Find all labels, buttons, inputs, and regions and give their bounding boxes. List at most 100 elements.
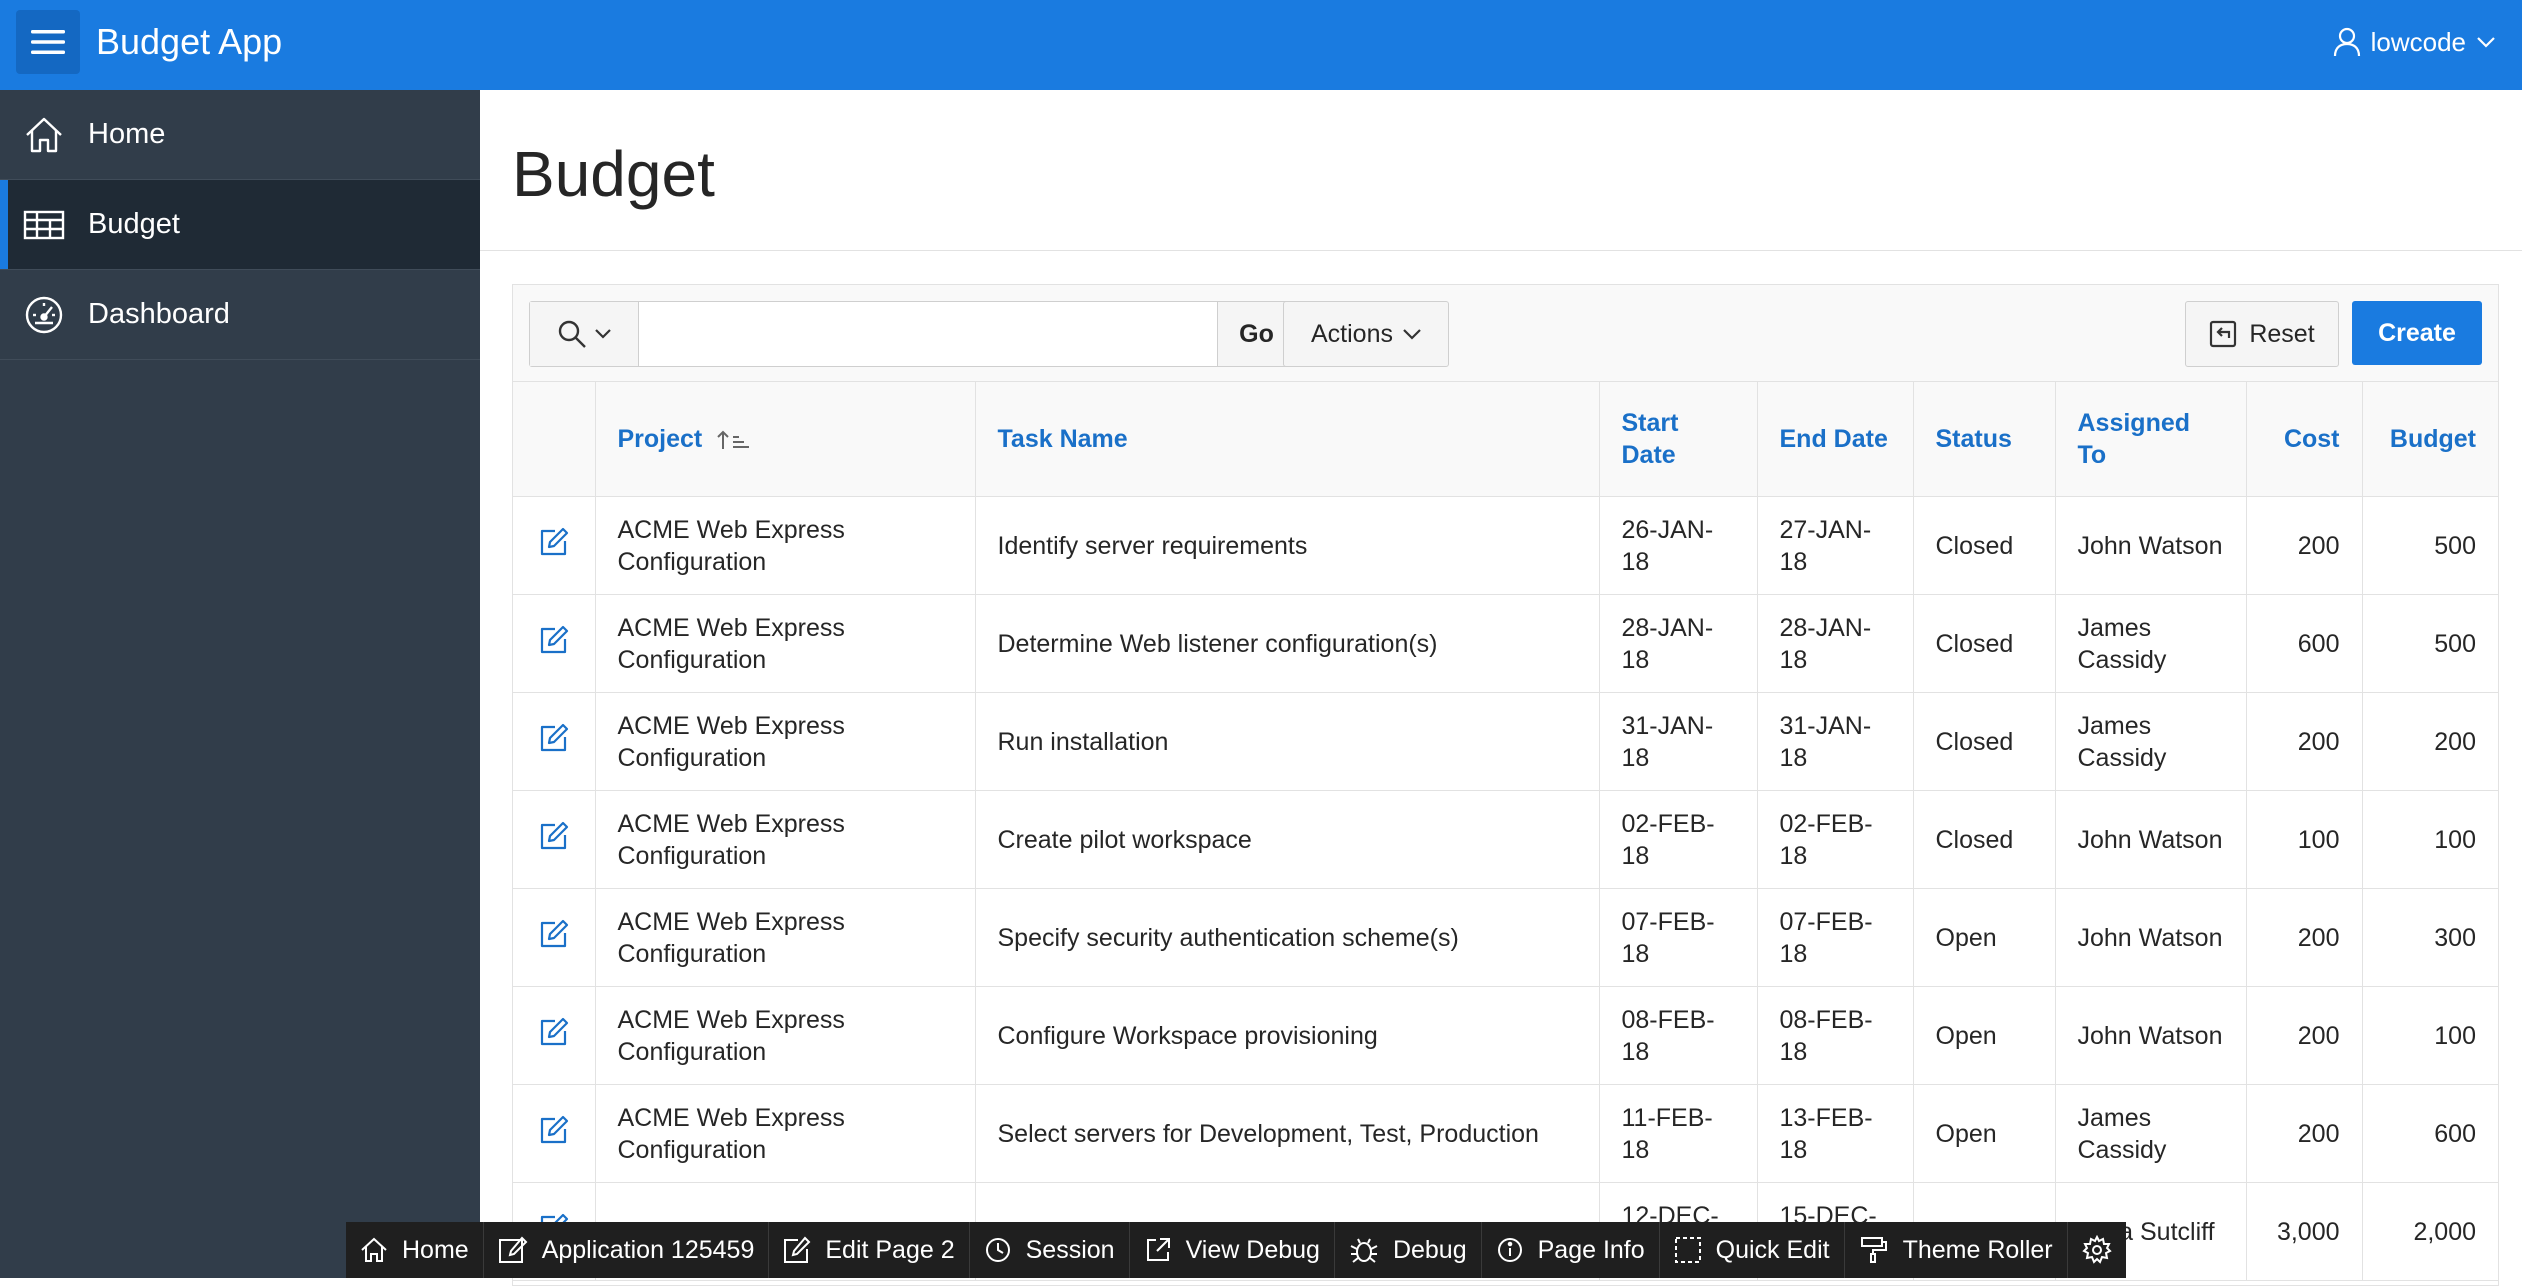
cell-task-name: Configure Workspace provisioning xyxy=(975,986,1600,1085)
table-row: ACME Web Express Configuration Identify s… xyxy=(513,496,2498,595)
cell-start-date: 08-FEB-18 xyxy=(1599,986,1758,1085)
cell-status: Closed xyxy=(1913,790,2056,889)
dev-toolbar-edit-page-2[interactable]: Edit Page 2 xyxy=(769,1222,970,1278)
dev-toolbar-quick-edit[interactable]: Quick Edit xyxy=(1660,1222,1845,1278)
cell-end-date: 13-FEB-18 xyxy=(1757,1084,1914,1183)
edit-icon[interactable] xyxy=(539,723,569,753)
cell-cost: 3,000 xyxy=(2246,1182,2363,1281)
user-menu[interactable]: lowcode xyxy=(2333,22,2496,62)
edit-icon[interactable] xyxy=(539,1017,569,1047)
table-row: ACME Web Express Configuration Determine … xyxy=(513,594,2498,693)
edit-icon[interactable] xyxy=(539,821,569,851)
cell-project: ACME Web Express Configuration xyxy=(595,888,976,987)
developer-toolbar: Home Application 125459 Edit Page 2 Session… xyxy=(346,1222,2126,1278)
cell-assigned-to: John Watson xyxy=(2055,986,2247,1085)
gear-icon xyxy=(2081,1235,2112,1265)
dev-toolbar-page-info[interactable]: Page Info xyxy=(1482,1222,1660,1278)
cell-end-date: 27-JAN-18 xyxy=(1757,496,1914,595)
dev-toolbar-theme-roller[interactable]: Theme Roller xyxy=(1845,1222,2068,1278)
cell-cost: 100 xyxy=(2246,790,2363,889)
edit-icon[interactable] xyxy=(539,527,569,557)
column-header-cost[interactable]: Cost xyxy=(2246,382,2363,497)
column-header-assigned-to[interactable]: Assigned To xyxy=(2055,382,2247,497)
reset-button[interactable]: Reset xyxy=(2185,301,2339,367)
user-name: lowcode xyxy=(2370,26,2466,57)
edit-icon[interactable] xyxy=(539,919,569,949)
dev-toolbar-session[interactable]: Session xyxy=(970,1222,1130,1278)
cell-edit xyxy=(513,888,596,987)
cell-status: Closed xyxy=(1913,496,2056,595)
actions-label: Actions xyxy=(1311,319,1393,348)
cell-cost: 200 xyxy=(2246,496,2363,595)
cell-budget: 300 xyxy=(2362,888,2498,987)
column-header-task-name[interactable]: Task Name xyxy=(975,382,1600,497)
interactive-report: Go Actions Reset Create Project Task Nam… xyxy=(512,284,2499,1286)
actions-menu-button[interactable]: Actions xyxy=(1283,301,1449,367)
search-input[interactable] xyxy=(639,302,1217,366)
report-body: ACME Web Express Configuration Identify s… xyxy=(513,496,2498,1281)
column-header-end-date[interactable]: End Date xyxy=(1757,382,1914,497)
cell-budget: 200 xyxy=(2362,692,2498,791)
cell-end-date: 08-FEB-18 xyxy=(1757,986,1914,1085)
dev-toolbar-label: Edit Page 2 xyxy=(825,1235,955,1264)
reset-icon xyxy=(2210,320,2237,348)
table-row: ACME Web Express Configuration Create pil… xyxy=(513,790,2498,889)
cell-cost: 200 xyxy=(2246,1084,2363,1183)
dev-toolbar-options[interactable] xyxy=(2068,1222,2126,1278)
app-title[interactable]: Budget App xyxy=(96,20,282,64)
column-header-status[interactable]: Status xyxy=(1913,382,2056,497)
chevron-down-icon xyxy=(595,329,611,339)
cell-status: Open xyxy=(1913,986,2056,1085)
dev-toolbar-label: Session xyxy=(1025,1235,1115,1264)
edit-icon[interactable] xyxy=(539,625,569,655)
cell-start-date: 02-FEB-18 xyxy=(1599,790,1758,889)
cell-status: Closed xyxy=(1913,594,2056,693)
column-header-start-date[interactable]: Start Date xyxy=(1599,382,1758,497)
sidebar-item-label: Dashboard xyxy=(88,298,230,330)
cell-start-date: 26-JAN-18 xyxy=(1599,496,1758,595)
cell-end-date: 07-FEB-18 xyxy=(1757,888,1914,987)
external-icon xyxy=(1144,1236,1172,1264)
edit-icon[interactable] xyxy=(539,1115,569,1145)
search-column-selector[interactable] xyxy=(530,302,639,366)
cell-budget: 500 xyxy=(2362,594,2498,693)
dev-toolbar-view-debug[interactable]: View Debug xyxy=(1130,1222,1335,1278)
cursor-select-icon xyxy=(1674,1236,1702,1264)
column-header-label: Project xyxy=(617,425,703,453)
chevron-down-icon xyxy=(2477,37,2495,48)
create-button[interactable]: Create xyxy=(2352,301,2482,365)
home-icon xyxy=(0,116,88,154)
cell-budget: 500 xyxy=(2362,496,2498,595)
cell-project: ACME Web Express Configuration xyxy=(595,790,976,889)
cell-end-date: 28-JAN-18 xyxy=(1757,594,1914,693)
cell-task-name: Specify security authentication scheme(s… xyxy=(975,888,1600,987)
sidebar-item-label: Home xyxy=(88,118,166,150)
cell-edit xyxy=(513,594,596,693)
sidebar-item-budget[interactable]: Budget xyxy=(0,180,480,270)
cell-assigned-to: John Watson xyxy=(2055,888,2247,987)
sidebar-item-home[interactable]: Home xyxy=(0,90,480,180)
cell-task-name: Run installation xyxy=(975,692,1600,791)
cell-edit xyxy=(513,790,596,889)
menu-toggle-button[interactable] xyxy=(16,10,80,74)
cell-cost: 600 xyxy=(2246,594,2363,693)
sidebar-item-dashboard[interactable]: Dashboard xyxy=(0,270,480,360)
report-table: Project Task Name Start Date End Date St… xyxy=(513,382,2498,1281)
cell-cost: 200 xyxy=(2246,986,2363,1085)
cell-assigned-to: John Watson xyxy=(2055,790,2247,889)
dev-toolbar-application-125459[interactable]: Application 125459 xyxy=(484,1222,770,1278)
cell-budget: 100 xyxy=(2362,790,2498,889)
home-icon xyxy=(360,1236,388,1264)
hamburger-icon xyxy=(31,30,65,54)
column-header-project[interactable]: Project xyxy=(595,382,976,497)
page-title: Budget xyxy=(512,138,715,210)
side-navigation: Home Budget Dashboard xyxy=(0,90,480,1278)
cell-budget: 2,000 xyxy=(2362,1182,2498,1281)
gauge-icon xyxy=(0,295,88,335)
chevron-down-icon xyxy=(1403,328,1421,340)
dev-toolbar-debug[interactable]: Debug xyxy=(1335,1222,1482,1278)
dev-toolbar-home[interactable]: Home xyxy=(346,1222,484,1278)
column-header-budget[interactable]: Budget xyxy=(2362,382,2498,497)
cell-project: ACME Web Express Configuration xyxy=(595,1084,976,1183)
cell-start-date: 31-JAN-18 xyxy=(1599,692,1758,791)
